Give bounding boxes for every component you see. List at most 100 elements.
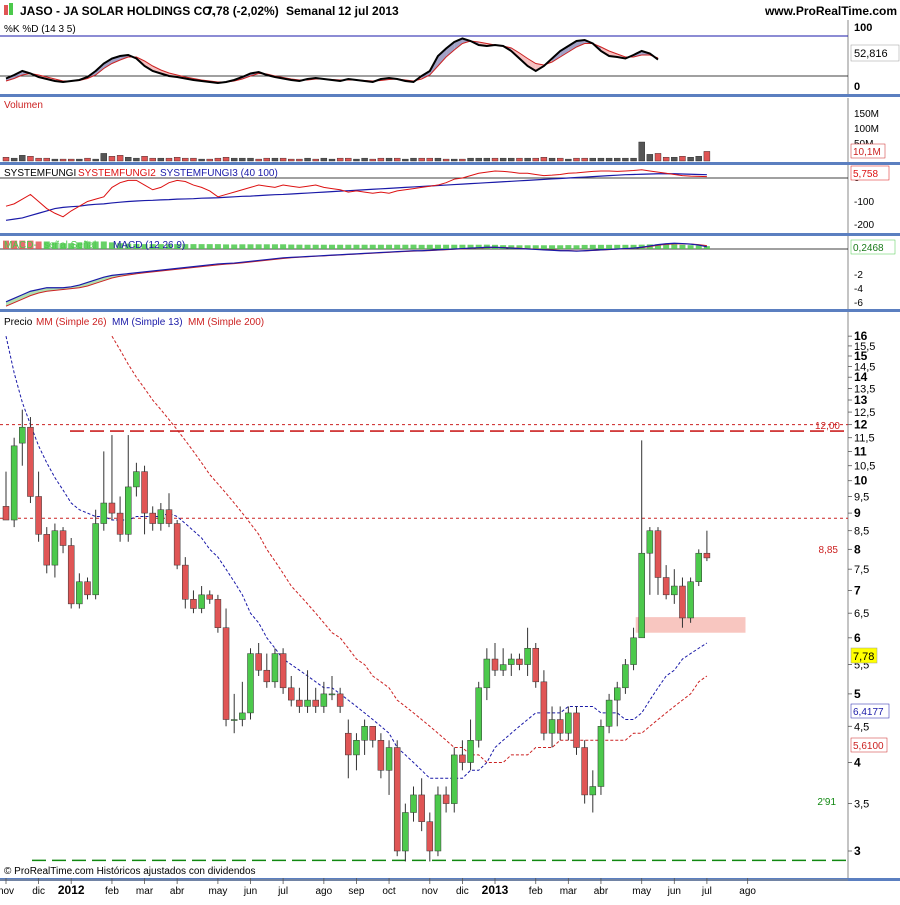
volume-bar (304, 157, 311, 162)
volume-bar (27, 156, 34, 162)
volume-bar (247, 157, 254, 162)
volume-bar (149, 157, 156, 162)
stoch-label: %K %D (14 3 5) (4, 24, 76, 35)
volume-bar (695, 156, 702, 162)
macd-hist-bar (345, 244, 352, 249)
macd-hist-bar (679, 244, 686, 249)
candle-body (19, 426, 26, 444)
volume-bar (51, 158, 59, 162)
macd-hist-bar (288, 244, 295, 249)
volume-tick-150m: 150M (854, 109, 879, 120)
candle-body (418, 794, 425, 822)
panel-separator (0, 309, 900, 312)
macd-hist-bar (361, 244, 368, 249)
stoch-tick-100: 100 (854, 22, 872, 34)
volume-bar (369, 158, 376, 162)
volume-bar (271, 157, 279, 162)
date-label: 12 jul 2013 (338, 4, 399, 18)
macd-hist-bar (100, 241, 107, 249)
candle-body (345, 732, 352, 756)
panel-separator (0, 162, 900, 165)
candle-body (182, 564, 189, 600)
x-tick-label: jul (277, 886, 288, 897)
x-tick-label: dic (456, 886, 469, 897)
macd-tick-neg2: -2 (854, 270, 863, 281)
macd-label-c: MACD (12 26 9) (113, 240, 185, 251)
volume-bar (703, 151, 711, 162)
candle-body (43, 534, 50, 566)
price-tick-label: 5 (854, 687, 861, 701)
price-tick-label: 4 (854, 756, 861, 770)
price-tick-label: 6,5 (854, 608, 869, 620)
volume-bar (108, 156, 116, 162)
candle-body (671, 585, 678, 596)
volume-bar (76, 158, 83, 162)
x-tick-label: may (632, 886, 651, 897)
x-tick-label: dic (32, 886, 45, 897)
panel-frames (0, 20, 900, 881)
sf-label-a: SYSTEMFUNGI (4, 168, 76, 179)
candle-body (10, 445, 18, 521)
macd-hist-bar (377, 244, 384, 249)
candle-body (230, 719, 238, 721)
candle-body (622, 664, 629, 689)
macd-hist-bar (320, 244, 327, 249)
price-tick-label: 7,5 (854, 564, 869, 576)
volume-bar (491, 157, 499, 162)
volume-bar (157, 157, 165, 162)
volume-bar (508, 157, 515, 162)
candle-body (320, 693, 328, 707)
volume-bar (679, 156, 686, 162)
price-label-c: MM (Simple 13) (112, 317, 183, 328)
candle-body (410, 794, 417, 813)
candle-body (141, 471, 148, 514)
macd-hist-bar (557, 245, 564, 249)
volume-bar (426, 157, 433, 162)
candle-body (434, 794, 442, 852)
volume-value: 10,1M (853, 147, 881, 158)
sf-label-c: SYSTEMFUNGI3 (40 100) (160, 168, 278, 179)
volume-bar (43, 157, 50, 162)
candle-body (59, 530, 67, 546)
x-tick-label: oct (382, 886, 396, 897)
volume-bar (483, 157, 491, 162)
volume-bar (662, 156, 670, 162)
sf-label-b: SYSTEMFUNGI2 (78, 168, 156, 179)
candle-body (84, 581, 91, 596)
volume-bar (442, 158, 450, 162)
volume-bar (475, 157, 482, 162)
macd-hist-bar (247, 244, 254, 249)
macd-hist-bar (532, 245, 539, 249)
volume-bar (336, 157, 344, 162)
volume-bar (459, 158, 466, 162)
volume-bar (687, 156, 694, 162)
macd-hist-bar (573, 245, 580, 249)
candle-body (214, 599, 222, 628)
candle-body (100, 502, 108, 524)
macd-hist-bar (443, 244, 450, 249)
volume-bar (133, 157, 140, 162)
candle-body (467, 740, 474, 763)
candle-body (173, 523, 181, 566)
volume-bar (182, 157, 189, 162)
volume-bar (35, 157, 42, 162)
site-link[interactable]: www.ProRealTime.com (764, 4, 897, 18)
price-tick-label: 14 (854, 370, 868, 384)
panel-bg (0, 312, 900, 878)
volume-bar (165, 157, 173, 162)
x-tick-label: jun (667, 886, 681, 897)
candle-body (646, 530, 654, 554)
macd-hist-bar (597, 244, 604, 249)
volume-bar (263, 157, 270, 162)
volume-bar (92, 158, 99, 162)
candle-body (279, 653, 287, 689)
volume-bar (361, 157, 368, 162)
macd-hist-bar (402, 244, 409, 249)
macd-hist-bar (296, 244, 303, 249)
candle-body (532, 647, 539, 683)
chart-canvas: JASO - JA SOLAR HOLDINGS CO. 7,78 (-2,02… (0, 0, 900, 905)
volume-bar (451, 158, 458, 162)
volume-bar (67, 158, 75, 162)
candle-body (540, 681, 548, 734)
volume-bar (190, 157, 197, 162)
